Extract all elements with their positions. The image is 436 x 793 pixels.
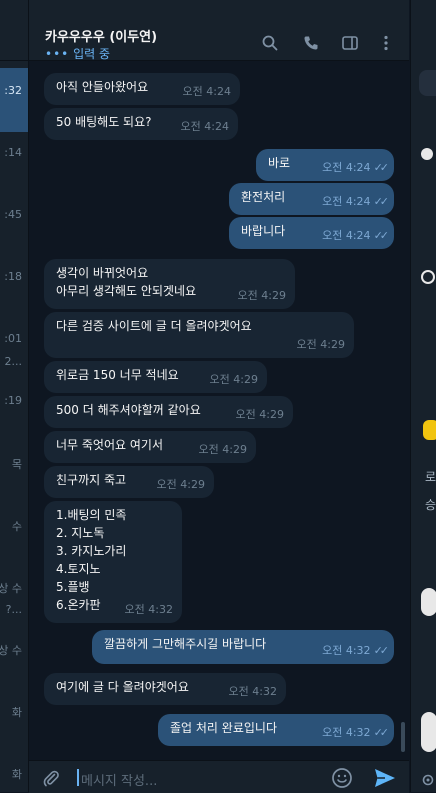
message-incoming[interactable]: 여기에 글 다 올려야겟어요 오전 4:32 xyxy=(44,673,286,705)
message-outgoing[interactable]: 졸업 처리 완료입니다 오전 4:32 ✓✓ xyxy=(158,714,394,746)
chat-list-header xyxy=(0,0,28,61)
message-text: 여기에 글 다 올려야겟어요 xyxy=(56,680,189,694)
message-outgoing[interactable]: 깔끔하게 그만해주시길 바랍니다 오전 4:32 ✓✓ xyxy=(92,630,394,664)
message-outgoing[interactable]: 환전처리 오전 4:24 ✓✓ xyxy=(229,183,394,215)
message-incoming[interactable]: 1.배팅의 민족 2. 지노독 3. 카지노가리 4.토지노 5.플뱅 6.온카… xyxy=(44,501,182,623)
chat-list-preview: ?... xyxy=(5,603,22,616)
chat-list-preview: 2... xyxy=(4,355,23,368)
panel-label: 승 xyxy=(425,498,436,512)
message-text: 다른 검증 사이트에 글 더 올려야겟어요 xyxy=(56,319,252,333)
message-meta: 오전 4:32 ✓✓ xyxy=(322,724,390,742)
chat-title: 카우우우우 (이두연) xyxy=(45,30,158,45)
typing-dots-icon: ••• xyxy=(45,47,70,61)
message-text: 위로금 150 너무 적네요 xyxy=(56,368,179,382)
message-meta: 오전 4:24 ✓✓ xyxy=(322,227,390,245)
chat-list-time: 상 수 xyxy=(0,582,22,595)
message-time: 오전 4:32 xyxy=(322,726,371,739)
chat-list-time: 화 xyxy=(11,706,22,719)
chat-list-time: :45 xyxy=(4,208,22,221)
message-text: 바랍니다 xyxy=(241,224,286,238)
message-time: 오전 4:29 xyxy=(296,338,345,351)
chat-list-time: :01 xyxy=(4,332,22,345)
chat-list-time: 목 xyxy=(11,458,22,471)
message-meta: 오전 4:24 ✓✓ xyxy=(322,193,390,211)
attach-icon[interactable] xyxy=(41,768,61,788)
chat-list-time: 화 xyxy=(11,768,22,781)
message-incoming[interactable]: 50 배팅해도 되요? 오전 4:24 xyxy=(44,108,238,140)
message-time: 오전 4:29 xyxy=(156,478,205,491)
message-incoming[interactable]: 생각이 바뀌엇어요 아무리 생각해도 안되겟네요 오전 4:29 xyxy=(44,259,295,309)
read-checkmarks-icon: ✓✓ xyxy=(373,726,390,739)
message-incoming[interactable]: 아직 안들아왔어요 오전 4:24 xyxy=(44,73,240,105)
chat-list-strip[interactable]: :32 :14 :45 :18 :01 2... :19 목 수 상 수 ?..… xyxy=(0,0,29,792)
message-time: 오전 4:24 xyxy=(322,195,371,208)
message-meta: 오전 4:32 ✓✓ xyxy=(322,642,390,660)
phone-icon[interactable] xyxy=(302,34,320,52)
typing-status-text: 입력 중 xyxy=(73,47,110,61)
sticker-image xyxy=(423,420,436,440)
search-icon[interactable] xyxy=(261,34,279,52)
message-incoming[interactable]: 친구까지 죽고 오전 4:29 xyxy=(44,466,214,498)
message-text: 친구까지 죽고 xyxy=(56,473,127,487)
message-text: 깔끔하게 그만해주시길 바랍니다 xyxy=(104,637,267,651)
message-meta: 오전 4:24 ✓✓ xyxy=(322,159,390,177)
message-incoming[interactable]: 위로금 150 너무 적네요 오전 4:29 xyxy=(44,361,267,393)
message-text: 환전처리 xyxy=(241,190,286,204)
chat-window: 카우우우우 (이두연) ••• 입력 중 아직 안들아왔어요 오전 4:24 5… xyxy=(29,0,409,793)
message-time: 오전 4:24 xyxy=(322,229,371,242)
message-time: 오전 4:24 xyxy=(180,120,229,133)
panel-search-field[interactable] xyxy=(419,70,436,96)
text-cursor xyxy=(77,769,79,786)
read-checkmarks-icon: ✓✓ xyxy=(373,195,390,208)
message-text: 바로 xyxy=(268,156,291,170)
chat-list-time: :14 xyxy=(4,146,22,159)
avatar xyxy=(421,148,433,160)
message-time: 오전 4:32 xyxy=(322,644,371,657)
message-list[interactable]: 아직 안들아왔어요 오전 4:24 50 배팅해도 되요? 오전 4:24 바로… xyxy=(29,60,409,760)
message-text: 아직 안들아왔어요 xyxy=(56,80,149,94)
settings-icon[interactable] xyxy=(421,772,435,786)
message-scrollbar[interactable] xyxy=(401,722,405,752)
message-time: 오전 4:32 xyxy=(124,603,173,616)
chat-list-time: 상 수 xyxy=(0,644,22,657)
emoji-icon[interactable] xyxy=(331,767,353,789)
panel-label: 로 xyxy=(425,470,436,484)
message-time: 오전 4:29 xyxy=(198,443,247,456)
message-time: 오전 4:29 xyxy=(235,408,284,421)
message-time: 오전 4:29 xyxy=(209,373,258,386)
message-incoming[interactable]: 다른 검증 사이트에 글 더 올려야겟어요 오전 4:29 xyxy=(44,312,354,358)
chat-list-time: :32 xyxy=(4,84,22,97)
message-text: 생각이 바뀌엇어요 아무리 생각해도 안되겟네요 xyxy=(56,266,197,298)
chat-list-item-active[interactable] xyxy=(0,68,28,132)
avatar xyxy=(421,270,435,284)
send-icon[interactable] xyxy=(373,767,397,789)
message-text: 1.배팅의 민족 2. 지노독 3. 카지노가리 4.토지노 5.플뱅 6.온카… xyxy=(56,508,127,612)
more-options-icon[interactable] xyxy=(377,34,395,52)
message-input[interactable]: 메시지 작성... xyxy=(81,770,157,789)
read-checkmarks-icon: ✓✓ xyxy=(373,161,390,174)
message-text: 졸업 처리 완료입니다 xyxy=(170,721,277,735)
sidebar-toggle-icon[interactable] xyxy=(341,34,359,52)
chat-list-time: :19 xyxy=(4,394,22,407)
message-time: 오전 4:29 xyxy=(237,289,286,302)
message-incoming[interactable]: 너무 죽엇어요 여기서 오전 4:29 xyxy=(44,431,256,463)
message-time: 오전 4:24 xyxy=(182,85,231,98)
read-checkmarks-icon: ✓✓ xyxy=(373,644,390,657)
message-text: 너무 죽엇어요 여기서 xyxy=(56,438,163,452)
chat-list-time: :18 xyxy=(4,270,22,283)
chat-header[interactable]: 카우우우우 (이두연) ••• 입력 중 xyxy=(29,0,409,61)
avatar xyxy=(421,588,436,616)
message-outgoing[interactable]: 바랍니다 오전 4:24 ✓✓ xyxy=(229,217,394,249)
read-checkmarks-icon: ✓✓ xyxy=(373,229,390,242)
message-composer: 메시지 작성... xyxy=(29,760,409,793)
message-incoming[interactable]: 500 더 해주셔야할꺼 같아요 오전 4:29 xyxy=(44,396,293,428)
avatar xyxy=(421,712,436,752)
message-text: 50 배팅해도 되요? xyxy=(56,115,152,129)
message-time: 오전 4:24 xyxy=(322,161,371,174)
message-text: 500 더 해주셔야할꺼 같아요 xyxy=(56,403,201,417)
right-side-panel: 로 승 xyxy=(410,0,436,792)
chat-list-time: 수 xyxy=(11,520,22,533)
message-time: 오전 4:32 xyxy=(228,685,277,698)
message-outgoing[interactable]: 바로 오전 4:24 ✓✓ xyxy=(256,149,394,181)
